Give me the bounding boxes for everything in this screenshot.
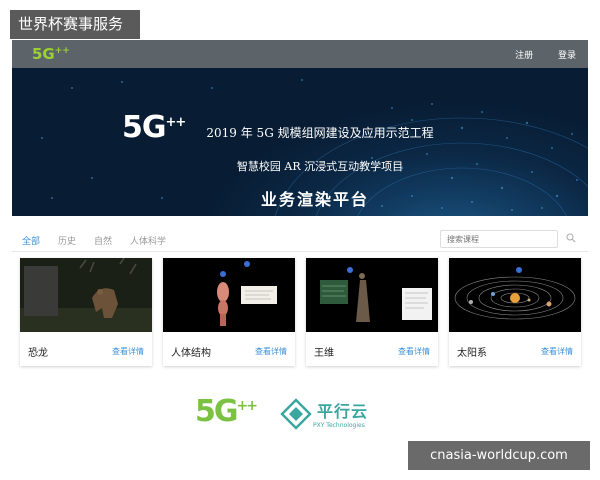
header-logo-sup: ++ (54, 46, 70, 56)
site-watermark: cnasia-worldcup.com (408, 441, 590, 470)
footer-5g-text: 5G (195, 394, 238, 429)
corner-label: 世界杯赛事服务 (10, 10, 140, 39)
tab-all[interactable]: 全部 (22, 234, 40, 247)
card-title: 恐龙 (28, 348, 48, 359)
top-navbar: 5G++ 注册 登录 (12, 40, 588, 68)
course-card-grid: 恐龙 查看详情 人体结构 查看详情 王维 查看详情 太阳系 查看详情 (20, 258, 586, 366)
hero-platform-name: 业务渲染平台 (260, 190, 369, 209)
hero-project-title: 2019 年 5G 规模组网建设及应用示范工程 (206, 126, 434, 140)
platform-window: 5G++ 注册 登录 5G++ 2019 年 5G 规模组网建设及应用示范工程 … (12, 40, 588, 370)
register-link[interactable]: 注册 (515, 51, 533, 61)
course-card-human-body[interactable]: 人体结构 查看详情 (163, 258, 295, 366)
pxy-logo-subtitle: PXY Technologies (313, 422, 365, 429)
search-input[interactable] (440, 230, 558, 248)
card-title: 王维 (314, 348, 334, 359)
course-card-dinosaur[interactable]: 恐龙 查看详情 (20, 258, 152, 366)
card-detail-link[interactable]: 查看详情 (112, 346, 144, 357)
header-nav: 注册 登录 (493, 48, 576, 61)
category-tabs: 全部 历史 自然 人体科学 (12, 228, 588, 252)
footer-5g-logo: 5G++ (195, 394, 259, 429)
search-icon[interactable] (566, 233, 576, 243)
tab-history[interactable]: 历史 (58, 234, 76, 247)
tab-human-science[interactable]: 人体科学 (130, 234, 166, 247)
page: 世界杯赛事服务 5G++ 注册 登录 5G++ 2019 年 5G 规模组网建设… (0, 0, 600, 480)
dinosaur-thumbnail[interactable] (20, 258, 152, 332)
hero-project-subtitle: 智慧校园 AR 沉浸式互动教学项目 (236, 160, 404, 173)
wang-wei-thumbnail[interactable] (306, 258, 438, 332)
footer-logos: 5G++ 平行云 PXY Technologies (195, 394, 395, 440)
human-body-thumbnail[interactable] (163, 258, 295, 332)
card-detail-link[interactable]: 查看详情 (255, 346, 287, 357)
pxy-logo-icon (280, 398, 312, 430)
header-logo[interactable]: 5G++ (32, 45, 70, 63)
footer-5g-sup: ++ (236, 398, 259, 414)
course-card-solar-system[interactable]: 太阳系 查看详情 (449, 258, 581, 366)
card-detail-link[interactable]: 查看详情 (541, 346, 573, 357)
card-title: 人体结构 (171, 348, 211, 359)
course-card-wang-wei[interactable]: 王维 查看详情 (306, 258, 438, 366)
solar-system-thumbnail[interactable] (449, 258, 581, 332)
card-title: 太阳系 (457, 348, 487, 359)
pxy-logo-name: 平行云 (317, 402, 369, 421)
hero-banner: 5G++ 2019 年 5G 规模组网建设及应用示范工程 智慧校园 AR 沉浸式… (12, 68, 588, 216)
card-detail-link[interactable]: 查看详情 (398, 346, 430, 357)
header-logo-text: 5G (32, 45, 55, 63)
login-link[interactable]: 登录 (558, 51, 576, 61)
tab-nature[interactable]: 自然 (94, 234, 112, 247)
